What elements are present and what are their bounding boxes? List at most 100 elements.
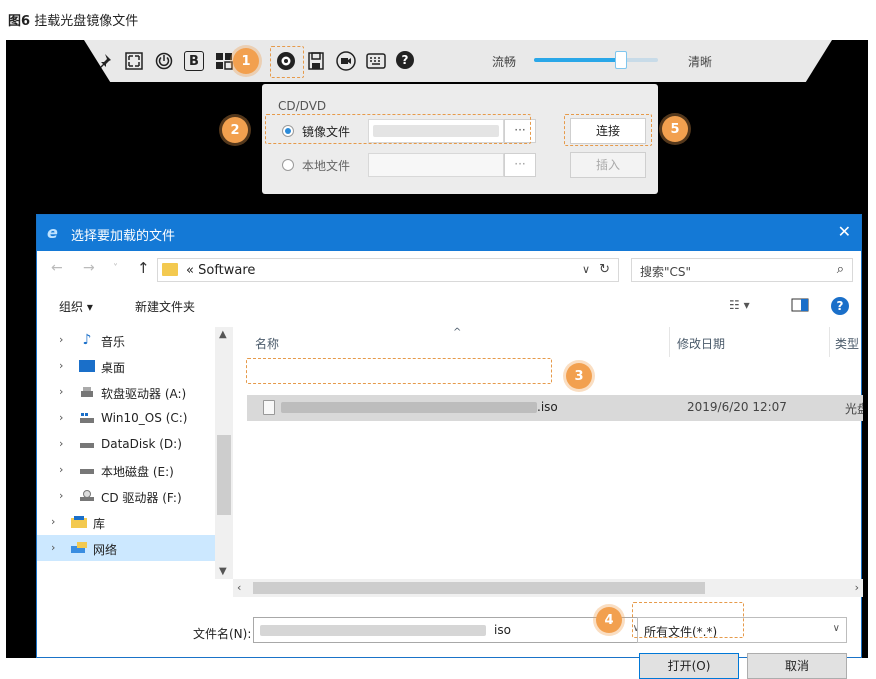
- chevron-down-icon[interactable]: ∨: [582, 263, 590, 276]
- filename-input[interactable]: iso ∨: [253, 617, 647, 643]
- connect-highlight: [564, 114, 652, 146]
- expand-chevron-icon[interactable]: ›: [51, 541, 55, 554]
- file-row-iso[interactable]: .iso 2019/6/20 12:07 光盘: [247, 395, 863, 421]
- file-scroll-thumb[interactable]: [253, 582, 705, 594]
- sort-indicator-icon: ^: [453, 327, 462, 338]
- tree-item-libraries[interactable]: › 库: [37, 509, 217, 535]
- blurred-filename: [281, 402, 537, 413]
- figure-title: 挂载光盘镜像文件: [34, 14, 139, 29]
- desktop-icon: [79, 359, 95, 373]
- file-list-header: 名称 ^ 修改日期 类型: [233, 327, 863, 357]
- floppy-icon[interactable]: [306, 51, 326, 71]
- scroll-left-icon[interactable]: ‹: [237, 581, 241, 594]
- file-extension: .iso: [537, 400, 558, 414]
- file-list-hscrollbar[interactable]: ‹ ›: [233, 579, 863, 597]
- tree-label: 桌面: [101, 361, 126, 375]
- expand-chevron-icon[interactable]: ›: [59, 463, 63, 476]
- tree-label: 网络: [93, 543, 118, 557]
- close-icon[interactable]: ✕: [838, 222, 851, 241]
- iso-file-icon: [263, 400, 275, 415]
- step-badge-2: 2: [222, 117, 248, 143]
- network-icon: [71, 541, 87, 555]
- expand-chevron-icon[interactable]: ›: [59, 411, 63, 424]
- fullscreen-icon[interactable]: [124, 51, 144, 71]
- blurred-filename-value: [260, 625, 486, 636]
- expand-chevron-icon[interactable]: ›: [59, 359, 63, 372]
- tree-item-network[interactable]: › 网络: [37, 535, 217, 561]
- search-box[interactable]: 搜索"CS" ⌕: [631, 258, 853, 282]
- tree-item-floppy[interactable]: › 软盘驱动器 (A:): [37, 379, 217, 405]
- tree-label: 音乐: [101, 335, 126, 349]
- help-icon[interactable]: ?: [831, 297, 849, 315]
- chevron-down-icon[interactable]: ∨: [833, 623, 840, 634]
- keyboard-icon[interactable]: [366, 51, 386, 71]
- expand-chevron-icon[interactable]: ›: [59, 333, 63, 346]
- tree-label: 本地磁盘 (E:): [101, 465, 174, 479]
- file-type: 光盘: [845, 402, 863, 416]
- column-name[interactable]: 名称: [255, 335, 279, 352]
- view-options-icon[interactable]: ☷ ▾: [729, 298, 750, 312]
- cd-icon-highlight: [270, 46, 304, 78]
- organize-button[interactable]: 组织 ▾: [59, 298, 93, 315]
- library-icon: [71, 515, 87, 529]
- dialog-titlebar: e 选择要加载的文件 ✕: [37, 215, 861, 251]
- address-bar[interactable]: « Software ∨ ↻: [157, 258, 619, 282]
- quality-slider-thumb[interactable]: [614, 51, 627, 69]
- ie-icon: e: [47, 223, 58, 242]
- expand-chevron-icon[interactable]: ›: [59, 385, 63, 398]
- expand-chevron-icon[interactable]: ›: [51, 515, 55, 528]
- boot-options-icon[interactable]: B: [184, 51, 204, 71]
- new-folder-button[interactable]: 新建文件夹: [135, 298, 195, 315]
- local-browse-button[interactable]: ···: [504, 153, 536, 177]
- filename-label: 文件名(N):: [193, 627, 252, 641]
- expand-chevron-icon[interactable]: ›: [59, 489, 63, 502]
- local-file-path-input[interactable]: [368, 153, 504, 177]
- local-file-radio[interactable]: [282, 159, 294, 171]
- navigation-tree: › ♪ 音乐 › 桌面 › 软盘驱动器 (A:) › Win10_OS (C:)…: [37, 327, 233, 579]
- cd-panel-title: CD/DVD: [278, 99, 327, 113]
- folder-icon: [162, 263, 178, 276]
- navigation-bar: ← → ˅ ↑ « Software ∨ ↻ 搜索"CS" ⌕: [37, 251, 861, 289]
- quality-slider[interactable]: [534, 51, 658, 69]
- tree-item-music[interactable]: › ♪ 音乐: [37, 327, 217, 353]
- column-type[interactable]: 类型: [835, 335, 859, 352]
- open-button[interactable]: 打开(O): [639, 653, 739, 679]
- recent-dropdown-icon[interactable]: ˅: [113, 263, 118, 274]
- pin-icon[interactable]: [94, 51, 114, 71]
- keyboard-combo-icon[interactable]: [214, 51, 234, 71]
- tree-item-cd-drive[interactable]: › CD 驱动器 (F:): [37, 483, 217, 509]
- cd-drive-icon: [79, 489, 95, 503]
- step-badge-4: 4: [596, 607, 622, 633]
- file-highlight: [246, 358, 552, 384]
- tree-item-e-drive[interactable]: › 本地磁盘 (E:): [37, 457, 217, 483]
- tree-item-d-drive[interactable]: › DataDisk (D:): [37, 431, 217, 457]
- insert-button[interactable]: 插入: [570, 152, 646, 178]
- tree-scroll-thumb[interactable]: [217, 435, 231, 515]
- tree-item-desktop[interactable]: › 桌面: [37, 353, 217, 379]
- power-icon[interactable]: [154, 51, 174, 71]
- open-file-dialog: e 选择要加载的文件 ✕ ← → ˅ ↑ « Software ∨ ↻ 搜索"C…: [36, 214, 863, 679]
- help-icon[interactable]: ?: [396, 51, 414, 69]
- tree-scrollbar[interactable]: ▲ ▼: [215, 327, 233, 579]
- scroll-down-icon[interactable]: ▼: [219, 566, 227, 577]
- back-arrow-icon[interactable]: ←: [51, 260, 63, 276]
- record-icon[interactable]: [336, 51, 356, 71]
- drive-icon: [79, 437, 95, 451]
- search-placeholder: 搜索"CS": [640, 265, 692, 279]
- column-date[interactable]: 修改日期: [677, 335, 725, 352]
- dialog-title: 选择要加载的文件: [71, 229, 176, 244]
- scroll-up-icon[interactable]: ▲: [219, 329, 227, 340]
- preview-pane-icon[interactable]: [791, 298, 809, 315]
- tree-label: DataDisk (D:): [101, 437, 182, 451]
- cancel-button[interactable]: 取消: [747, 653, 847, 679]
- up-arrow-icon[interactable]: ↑: [137, 259, 150, 277]
- refresh-icon[interactable]: ↻: [599, 262, 610, 277]
- scroll-right-icon[interactable]: ›: [855, 581, 859, 594]
- tree-item-c-drive[interactable]: › Win10_OS (C:): [37, 405, 217, 431]
- expand-chevron-icon[interactable]: ›: [59, 437, 63, 450]
- tree-label: 软盘驱动器 (A:): [101, 387, 187, 401]
- local-file-label: 本地文件: [302, 159, 351, 173]
- file-date: 2019/6/20 12:07: [687, 400, 787, 414]
- forward-arrow-icon[interactable]: →: [83, 260, 95, 276]
- search-icon[interactable]: ⌕: [837, 262, 844, 277]
